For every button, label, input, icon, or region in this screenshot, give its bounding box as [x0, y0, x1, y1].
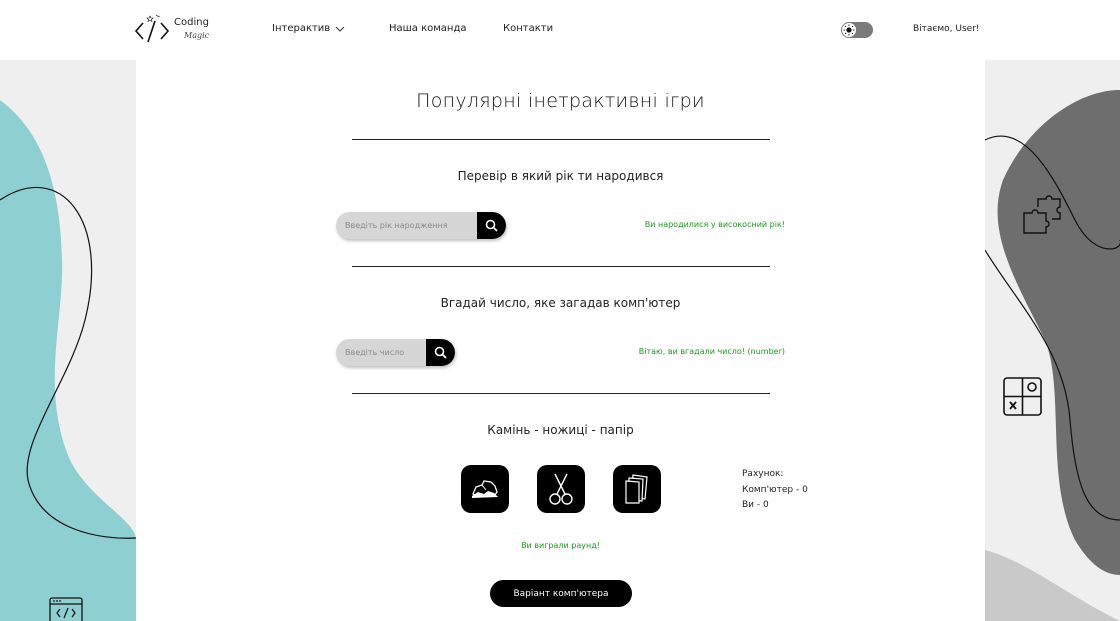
code-wand-icon: [134, 14, 170, 43]
scissors-icon: [549, 473, 573, 505]
scissors-button[interactable]: [537, 465, 585, 513]
logo-word: Coding: [174, 17, 209, 28]
divider: [352, 266, 770, 267]
guess-number-input[interactable]: [336, 339, 426, 366]
score-label: Рахунок:: [742, 469, 784, 479]
guess-number-title: Вгадай число, яке загадав комп'ютер: [440, 296, 681, 310]
search-icon: [485, 219, 498, 232]
main-content: Популярні інетрактивні ігри Перевір в як…: [136, 60, 985, 621]
search-icon: [434, 346, 447, 359]
leap-year-result: Ви народилися у високосний рік!: [644, 220, 785, 229]
round-result: Ви виграли раунд!: [521, 541, 600, 550]
page-title: Популярні інетрактивні ігри: [416, 90, 705, 112]
divider: [352, 139, 770, 140]
guess-number-result: Вітаю, ви вгадали число! (number): [638, 347, 785, 356]
leap-year-title: Перевір в який рік ти народився: [457, 169, 664, 183]
theme-toggle[interactable]: [841, 22, 873, 38]
header: Coding Magic Інтерактив Наша команда Кон…: [0, 0, 1120, 60]
computer-choice-button[interactable]: Варіант комп'ютера: [490, 580, 632, 607]
paper-icon: [625, 474, 648, 504]
birth-year-search: [336, 212, 506, 239]
right-decoration: [985, 60, 1120, 621]
decorative-blob-right: [985, 90, 1120, 621]
nav-interactive-label: Інтерактив: [272, 23, 331, 34]
score-panel: Рахунок: Комп'ютер - 0 Ви - 0: [742, 467, 808, 514]
code-window-icon: [49, 597, 83, 621]
decorative-blob-left: [0, 100, 136, 621]
birth-year-search-button[interactable]: [477, 212, 506, 239]
sun-icon: [842, 23, 856, 37]
user-greeting: Вітаємо, User!: [913, 24, 980, 34]
logo-script: Magic: [184, 31, 210, 40]
puzzle-icon: [1023, 195, 1061, 234]
guess-number-search-button[interactable]: [426, 339, 455, 366]
rps-title: Камінь - ножиці - папір: [487, 423, 634, 437]
guess-number-search: [336, 339, 455, 366]
nav-interactive[interactable]: Інтерактив: [272, 23, 345, 34]
logo[interactable]: Coding Magic: [134, 13, 209, 45]
chevron-down-icon: [335, 26, 345, 32]
paper-button[interactable]: [613, 465, 661, 513]
tic-tac-toe-icon: [1003, 377, 1042, 416]
computer-score: Комп'ютер - 0: [742, 484, 808, 495]
nav-team[interactable]: Наша команда: [389, 23, 467, 34]
rock-button[interactable]: [461, 465, 509, 513]
nav-team-label: Наша команда: [389, 23, 467, 34]
rock-icon: [472, 480, 498, 498]
nav-contacts-label: Контакти: [503, 23, 554, 34]
divider: [352, 393, 770, 394]
left-decoration: [0, 60, 136, 621]
nav-contacts[interactable]: Контакти: [503, 23, 553, 34]
birth-year-input[interactable]: [336, 212, 477, 239]
user-score: Ви - 0: [742, 500, 769, 510]
